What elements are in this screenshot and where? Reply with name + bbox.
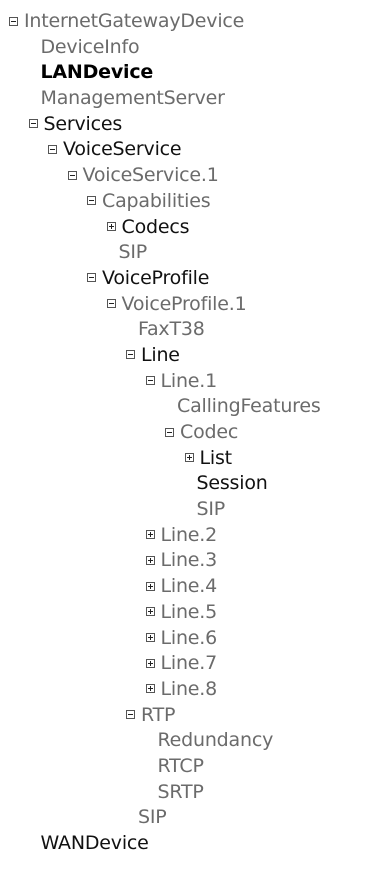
- tree-node-line-6[interactable]: Line.6: [0, 626, 384, 652]
- expand-icon[interactable]: [145, 530, 155, 540]
- tree-node-session[interactable]: Session: [0, 471, 384, 497]
- tree-node-line-8[interactable]: Line.8: [0, 677, 384, 703]
- tree-node-label[interactable]: Line.4: [161, 574, 218, 600]
- collapse-icon[interactable]: [126, 350, 135, 360]
- tree-node-label[interactable]: List: [200, 446, 233, 472]
- tree-node-callingfeatures[interactable]: CallingFeatures: [0, 394, 384, 420]
- tree-node-voiceservice[interactable]: VoiceService: [0, 137, 384, 163]
- tree-node-label[interactable]: SRTP: [158, 780, 204, 806]
- collapse-icon[interactable]: [87, 273, 96, 283]
- tree-node-label[interactable]: SIP: [138, 805, 167, 831]
- tree-node-label[interactable]: Line.2: [161, 523, 218, 549]
- tree-node-label[interactable]: SIP: [119, 240, 148, 266]
- tree-node-line-5[interactable]: Line.5: [0, 600, 384, 626]
- collapse-icon[interactable]: [67, 170, 77, 180]
- expand-icon[interactable]: [145, 581, 155, 591]
- tree-node-label[interactable]: Services: [44, 112, 123, 138]
- tree-node-line-3[interactable]: Line.3: [0, 548, 384, 574]
- collapse-icon[interactable]: [145, 376, 155, 386]
- tree-node-label[interactable]: InternetGatewayDevice: [24, 9, 244, 35]
- tree-node-line-2[interactable]: Line.2: [0, 523, 384, 549]
- tree-node-label[interactable]: CallingFeatures: [177, 394, 321, 420]
- tree-node-label[interactable]: VoiceService.1: [83, 163, 219, 189]
- tree-node-voiceprofile[interactable]: VoiceProfile: [0, 266, 384, 292]
- tree-node-label[interactable]: Line.7: [161, 651, 218, 677]
- tree-node-sip[interactable]: SIP: [0, 805, 384, 831]
- expand-icon[interactable]: [145, 658, 155, 668]
- expand-icon[interactable]: [106, 222, 116, 231]
- tree-node-services[interactable]: Services: [0, 112, 384, 138]
- expand-icon[interactable]: [145, 633, 155, 642]
- tree-node-codecs[interactable]: Codecs: [0, 215, 384, 241]
- tree-node-label[interactable]: VoiceService: [63, 137, 182, 163]
- collapse-icon[interactable]: [106, 299, 116, 309]
- collapse-icon[interactable]: [126, 710, 135, 720]
- tree-node-deviceinfo[interactable]: DeviceInfo: [0, 35, 384, 61]
- tree-node-wandevice[interactable]: WANDevice: [0, 831, 384, 857]
- tree-node-managementserver[interactable]: ManagementServer: [0, 86, 384, 112]
- tree-node-internetgatewaydevice[interactable]: InternetGatewayDevice: [0, 9, 384, 35]
- tree-node-label[interactable]: Line.3: [161, 548, 218, 574]
- tree-node-label[interactable]: Line.5: [161, 600, 218, 626]
- tree-node-label[interactable]: RTCP: [158, 754, 204, 780]
- tree-node-label[interactable]: VoiceProfile: [102, 266, 209, 292]
- collapse-icon[interactable]: [28, 119, 38, 129]
- tree-node-sip[interactable]: SIP: [0, 497, 384, 523]
- tree-node-label[interactable]: Redundancy: [158, 728, 274, 754]
- parameter-tree: InternetGatewayDevice DeviceInfo LANDevice…: [0, 9, 384, 857]
- tree-node-faxt38[interactable]: FaxT38: [0, 317, 384, 343]
- tree-node-label[interactable]: Codec: [180, 420, 238, 446]
- tree-node-label[interactable]: Line.1: [161, 369, 218, 395]
- tree-node-label[interactable]: DeviceInfo: [41, 35, 140, 61]
- tree-node-label[interactable]: VoiceProfile.1: [122, 292, 247, 318]
- tree-node-label[interactable]: LANDevice: [41, 60, 154, 86]
- tree-node-label[interactable]: Line: [141, 343, 180, 369]
- tree-node-label[interactable]: Codecs: [122, 215, 190, 241]
- tree-node-label[interactable]: Line.6: [161, 626, 218, 652]
- collapse-icon[interactable]: [9, 16, 18, 26]
- tree-node-line-1[interactable]: Line.1: [0, 369, 384, 395]
- tree-node-landevice[interactable]: LANDevice: [0, 60, 384, 86]
- tree-node-sip[interactable]: SIP: [0, 240, 384, 266]
- tree-node-redundancy[interactable]: Redundancy: [0, 728, 384, 754]
- tree-node-voiceservice-1[interactable]: VoiceService.1: [0, 163, 384, 189]
- tree-node-line-4[interactable]: Line.4: [0, 574, 384, 600]
- expand-icon[interactable]: [184, 453, 194, 463]
- tree-node-list[interactable]: List: [0, 446, 384, 472]
- tree-node-voiceprofile-1[interactable]: VoiceProfile.1: [0, 292, 384, 318]
- collapse-icon[interactable]: [48, 144, 57, 154]
- expand-icon[interactable]: [145, 684, 155, 694]
- tree-node-line-7[interactable]: Line.7: [0, 651, 384, 677]
- tree-node-srtp[interactable]: SRTP: [0, 780, 384, 806]
- tree-node-label[interactable]: Session: [197, 471, 268, 497]
- collapse-icon[interactable]: [87, 196, 96, 206]
- tree-node-label[interactable]: FaxT38: [138, 317, 205, 343]
- tree-node-label[interactable]: Line.8: [161, 677, 218, 703]
- expand-icon[interactable]: [145, 607, 155, 617]
- tree-node-capabilities[interactable]: Capabilities: [0, 189, 384, 215]
- tree-node-label[interactable]: SIP: [197, 497, 226, 523]
- tree-node-label[interactable]: WANDevice: [41, 831, 149, 857]
- tree-node-label[interactable]: ManagementServer: [41, 86, 225, 112]
- collapse-icon[interactable]: [165, 427, 174, 437]
- expand-icon[interactable]: [145, 555, 155, 565]
- tree-node-line[interactable]: Line: [0, 343, 384, 369]
- tree-node-label[interactable]: RTP: [141, 703, 175, 729]
- tree-node-rtp[interactable]: RTP: [0, 703, 384, 729]
- tree-node-codec[interactable]: Codec: [0, 420, 384, 446]
- tree-node-rtcp[interactable]: RTCP: [0, 754, 384, 780]
- tree-node-label[interactable]: Capabilities: [102, 189, 211, 215]
